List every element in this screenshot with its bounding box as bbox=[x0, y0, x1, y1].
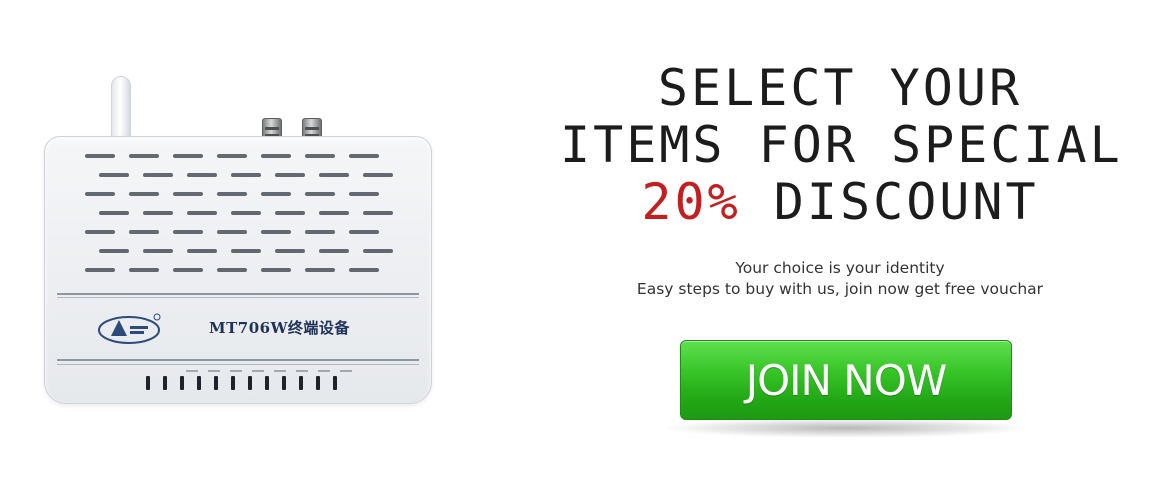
router-image: MT706W终端设备 bbox=[36, 68, 456, 418]
headline-line-2: ITEMS FOR SPECIAL bbox=[560, 116, 1123, 174]
panel-divider-top-light bbox=[57, 297, 419, 298]
led-labels bbox=[186, 368, 356, 374]
brand-logo bbox=[98, 313, 161, 344]
discount-word: DISCOUNT bbox=[773, 173, 1039, 231]
discount-percent: 20% bbox=[641, 173, 741, 231]
router-body: MT706W终端设备 bbox=[44, 136, 432, 404]
model-label: MT706W终端设备 bbox=[209, 319, 350, 337]
join-now-label: JOIN NOW bbox=[745, 355, 948, 405]
promo-subtitle: Your choice is your identity Easy steps … bbox=[560, 258, 1120, 300]
panel-divider-top bbox=[57, 293, 419, 295]
promo-headline: SELECT YOUR ITEMS FOR SPECIAL 20% DISCOU… bbox=[560, 60, 1120, 231]
join-now-button[interactable]: JOIN NOW bbox=[680, 340, 1012, 420]
status-leds bbox=[146, 376, 337, 390]
subtitle-line-2: Easy steps to buy with us, join now get … bbox=[636, 280, 1044, 298]
vent-grille bbox=[85, 154, 395, 282]
subtitle-line-1: Your choice is your identity bbox=[735, 259, 945, 277]
headline-line-1: SELECT YOUR bbox=[657, 59, 1023, 117]
headline-line-3: 20% DISCOUNT bbox=[560, 174, 1120, 231]
panel-divider-bottom-light bbox=[57, 364, 419, 365]
button-shadow bbox=[660, 418, 1032, 438]
panel-divider-bottom bbox=[57, 359, 419, 361]
